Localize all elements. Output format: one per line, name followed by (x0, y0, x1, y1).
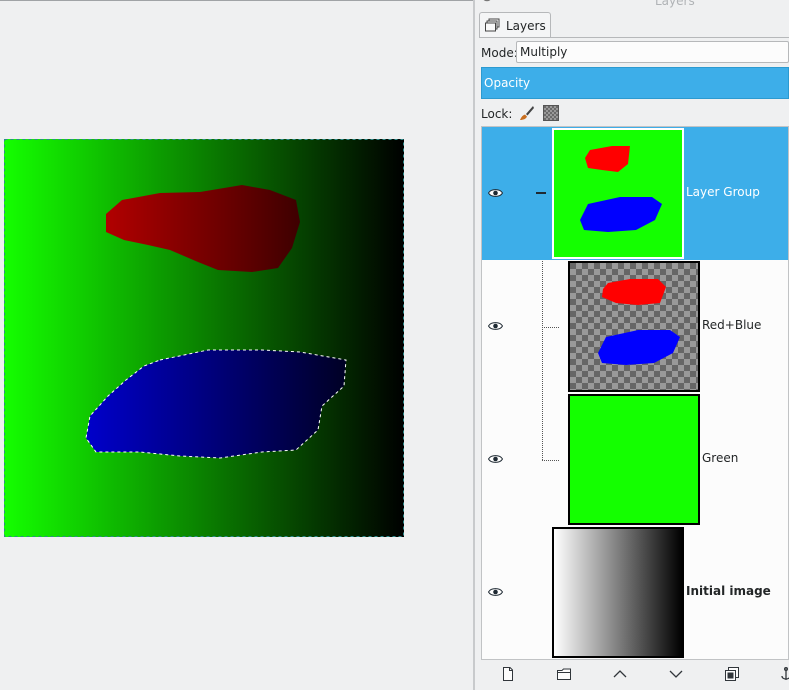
layers-toolbar (481, 660, 789, 690)
layer-name[interactable]: Initial image (686, 584, 771, 598)
layers-icon (485, 18, 500, 32)
layers-dock: Layers Layers Mode: Multiply Opacity Loc… (475, 0, 789, 690)
layer-thumbnail (552, 527, 684, 658)
tab-layers[interactable]: Layers (479, 12, 551, 38)
new-group-icon[interactable] (556, 666, 572, 682)
new-layer-icon[interactable] (500, 666, 516, 682)
lower-icon[interactable] (668, 666, 684, 682)
layer-thumbnail (552, 128, 684, 259)
layer-row-green[interactable]: Green (482, 393, 788, 526)
layer-name[interactable]: Layer Group (686, 185, 760, 199)
duplicate-icon[interactable] (724, 666, 740, 682)
mode-value: Multiply (520, 45, 568, 59)
eye-icon[interactable] (488, 188, 503, 198)
image-canvas[interactable] (0, 0, 473, 690)
layers-list[interactable]: Layer Group Red+Blue Green Initial image (481, 126, 789, 660)
mode-select[interactable]: Multiply (516, 41, 789, 63)
mode-label: Mode: (481, 46, 518, 60)
opacity-label: Opacity (484, 76, 531, 90)
eye-icon[interactable] (488, 454, 503, 464)
lock-label: Lock: (481, 107, 513, 121)
layer-thumbnail (568, 394, 700, 525)
collapse-group-button[interactable] (536, 192, 546, 194)
layer-row-initial-image[interactable]: Initial image (482, 526, 788, 659)
layer-thumbnail (568, 261, 700, 392)
paintbrush-icon[interactable] (519, 105, 535, 121)
thumbnail-shapes (598, 279, 680, 365)
image-canvas-area[interactable] (0, 0, 473, 690)
tab-divider (479, 37, 789, 38)
eye-icon[interactable] (488, 321, 503, 331)
layer-row-layer-group[interactable]: Layer Group (482, 127, 788, 260)
eye-icon[interactable] (488, 587, 503, 597)
search-icon (483, 0, 491, 2)
layer-name[interactable]: Red+Blue (702, 318, 761, 332)
dock-title: Layers (655, 0, 695, 8)
tab-label: Layers (506, 19, 546, 33)
layer-row-red-blue[interactable]: Red+Blue (482, 260, 788, 393)
checkerboard-icon[interactable] (543, 105, 559, 121)
opacity-slider[interactable]: Opacity (481, 67, 789, 99)
raise-icon[interactable] (612, 666, 628, 682)
anchor-icon[interactable] (778, 666, 789, 682)
layer-name[interactable]: Green (702, 451, 738, 465)
